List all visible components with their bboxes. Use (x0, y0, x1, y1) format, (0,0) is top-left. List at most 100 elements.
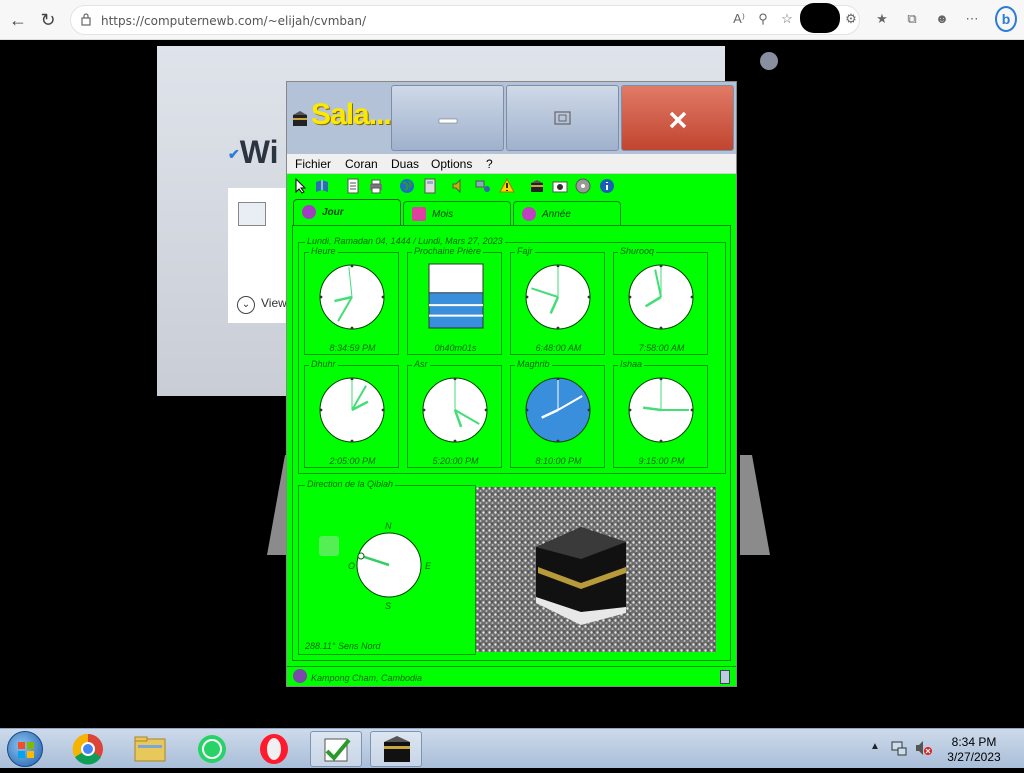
print-icon[interactable] (368, 178, 384, 194)
minimize-button[interactable] (391, 85, 504, 151)
qibla-legend: Direction de la Qiblah (305, 479, 396, 489)
date-line: Lundi, Ramadan 04, 1444 / Lundi, Mars 27… (305, 236, 505, 246)
month-icon (412, 207, 426, 221)
clock-box: Prochaine Prière 0h40m01s (407, 246, 502, 355)
network-tray-icon[interactable] (890, 739, 908, 757)
analog-clock (422, 377, 488, 443)
read-aloud-icon[interactable]: A⁾ (730, 10, 748, 28)
clock-box: Ishaa 9:15:00 PM (613, 359, 708, 468)
maximize-button[interactable] (506, 85, 619, 151)
taskbar-checkmark-app[interactable] (310, 731, 362, 767)
book-icon[interactable] (314, 178, 330, 194)
extensions-icon[interactable]: ⚙ (842, 10, 860, 28)
clock-box: Asr 5:20:00 PM (407, 359, 502, 468)
taskbar-opera[interactable] (248, 731, 300, 767)
countdown-fill (428, 292, 484, 329)
bing-icon[interactable]: b (995, 6, 1017, 32)
analog-clock (319, 377, 385, 443)
taskbar-whatsapp[interactable] (186, 731, 238, 767)
minimize-icon (438, 118, 458, 124)
menu-fichier[interactable]: Fichier (295, 157, 331, 171)
kaaba-illustration (476, 487, 716, 652)
clock-time: 7:58:00 AM (638, 343, 685, 353)
analog-clock (628, 264, 694, 330)
zoom-icon[interactable]: ⚲ (754, 10, 772, 28)
taskbar: ▲ 8:34 PM 3/27/2023 (0, 728, 1024, 768)
menu-help[interactable]: ? (486, 157, 493, 171)
speaker-icon[interactable] (451, 178, 467, 194)
warning-icon[interactable] (499, 178, 515, 194)
background-stripe-right (740, 455, 770, 555)
tab-mois[interactable]: Mois (403, 201, 511, 225)
cursor-icon[interactable] (293, 178, 309, 194)
qibla-compass: N S E O (348, 521, 432, 611)
lock-icon (81, 13, 91, 26)
opera-icon (260, 734, 288, 764)
clock-box: Dhuhr 2:05:00 PM (304, 359, 399, 468)
url-text: https://computernewb.com/~elijah/cvmban/ (101, 14, 367, 28)
clock-label: Fajr (515, 246, 535, 256)
clock-box: Fajr 6:48:00 AM (510, 246, 605, 355)
menu-options[interactable]: Options (431, 157, 472, 171)
clock-time: 8:34:59 PM (329, 343, 376, 353)
kaaba-icon[interactable] (529, 178, 545, 194)
globe-icon[interactable] (399, 178, 415, 194)
profile-icon[interactable]: ☻ (933, 10, 951, 28)
analog-clock (525, 377, 591, 443)
clock-box: Shurooq 7:58:00 AM (613, 246, 708, 355)
folder-icon (134, 736, 166, 762)
clock-time: 0h40m01s (434, 343, 477, 353)
back-arrow-icon[interactable]: ← (6, 8, 30, 32)
tray-time[interactable]: 8:34 PM (940, 735, 1008, 749)
browser-toolbar: ← ↻ https://computernewb.com/~elijah/cvm… (0, 0, 1024, 40)
favorites-icon[interactable]: ★ (873, 10, 891, 28)
clock-label: Heure (309, 246, 338, 256)
tray-date[interactable]: 3/27/2023 (940, 750, 1008, 764)
resize-grip-icon[interactable] (720, 670, 730, 684)
clock-time: 8:10:00 PM (535, 456, 582, 466)
refresh-icon[interactable]: ↻ (36, 8, 60, 32)
analog-clock (525, 264, 591, 330)
page-icon[interactable] (345, 178, 361, 194)
tab-jour[interactable]: Jour (293, 199, 401, 226)
menu-duas[interactable]: Duas (391, 157, 419, 171)
clock-time: 2:05:00 PM (329, 456, 376, 466)
camera-icon[interactable] (552, 178, 568, 194)
taskbar-salat-app[interactable] (370, 731, 422, 767)
calculator-icon[interactable] (422, 178, 438, 194)
compass-north: N (385, 521, 392, 531)
info-icon[interactable] (599, 178, 615, 194)
taskbar-explorer[interactable] (124, 731, 176, 767)
menu-coran[interactable]: Coran (345, 157, 378, 171)
menu-bar: Fichier Coran Duas Options ? (287, 154, 736, 174)
app-toolbar (287, 174, 736, 198)
collections-icon[interactable]: ⧉ (903, 10, 921, 28)
network-icon[interactable] (475, 178, 491, 194)
clock-time: 6:48:00 AM (535, 343, 582, 353)
whatsapp-icon (198, 735, 226, 763)
document-icon (238, 202, 266, 226)
clock-time: 9:15:00 PM (638, 456, 685, 466)
view-link[interactable]: ⌄ View (237, 296, 287, 314)
compass-south: S (385, 601, 391, 611)
countdown-gauge (428, 263, 484, 329)
chrome-icon (72, 733, 103, 765)
favorite-add-icon[interactable]: ☆ (778, 10, 796, 28)
more-menu-icon[interactable]: ⋯ (963, 10, 981, 28)
app-titlebar[interactable]: Sala... (287, 82, 736, 154)
disc-icon[interactable] (575, 178, 591, 194)
taskbar-chrome[interactable] (62, 731, 114, 767)
tray-expand-icon[interactable]: ▲ (870, 741, 880, 752)
chevron-down-icon: ⌄ (237, 296, 255, 314)
close-button[interactable] (621, 85, 734, 151)
year-icon (522, 207, 536, 221)
clock-label: Dhuhr (309, 359, 338, 369)
clock-label: Ishaa (618, 359, 645, 369)
qibla-marker-icon (319, 536, 339, 556)
clock-time: 5:20:00 PM (432, 456, 479, 466)
volume-muted-icon[interactable] (914, 739, 934, 757)
redacted-profile (800, 3, 840, 33)
salat-app-window: Sala... Fichier Coran Duas Options ? Jou… (286, 81, 737, 687)
tab-annee[interactable]: Année (513, 201, 621, 225)
start-button[interactable] (7, 731, 43, 767)
